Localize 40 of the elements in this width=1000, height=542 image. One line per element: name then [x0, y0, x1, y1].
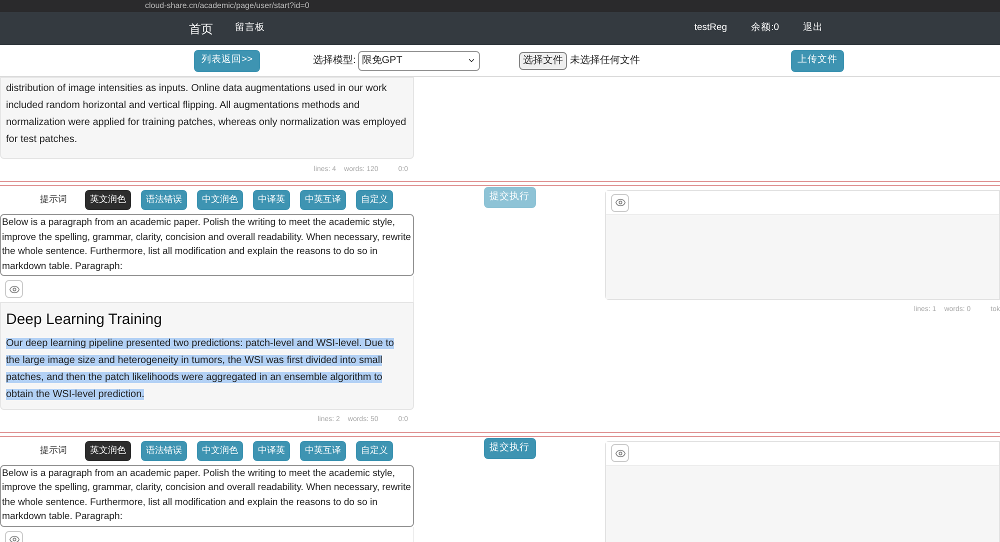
prompt-tab[interactable]: 中文润色	[197, 190, 243, 210]
eye-icon	[614, 197, 626, 208]
prompt-tab[interactable]: 语法错误	[141, 190, 187, 210]
submit-button[interactable]: 提交执行	[484, 438, 536, 458]
logout-link[interactable]: 退出	[803, 21, 823, 36]
prompt-tab[interactable]: 中译英	[253, 190, 290, 210]
prompt-tab[interactable]: 英文润色	[85, 190, 131, 210]
model-label: 选择模型:	[313, 54, 356, 68]
prompt-tab[interactable]: 中文润色	[197, 440, 243, 460]
file-status-text: 未选择任何文件	[570, 54, 640, 68]
model-select[interactable]: 限免GPT	[358, 50, 480, 70]
upload-button[interactable]: 上传文件	[790, 50, 844, 72]
prompt-tab[interactable]: 中译英	[253, 440, 290, 460]
prompt-tab[interactable]: 英文润色	[85, 440, 131, 460]
prompt-tab[interactable]: 语法错误	[141, 440, 187, 460]
prompt-tab[interactable]: 自定义	[356, 440, 393, 460]
result-paragraph: distribution of image intensities as inputs. Online data augmentations used in our work included random horizontal and vertical flipping. All augmentations methods and normalization were applied for training patches, whereas only normalization was employed for test patches.	[6, 82, 408, 147]
prompt-label: 提示词	[40, 444, 67, 457]
nav-link[interactable]: 留言板	[235, 21, 265, 36]
eye-icon	[614, 448, 626, 458]
prompt-tab[interactable]: 中英互译	[300, 190, 346, 210]
balance-text: 余额:0	[751, 21, 779, 36]
chevron-down-icon	[466, 56, 476, 65]
preview-button[interactable]	[611, 444, 629, 462]
home-link[interactable]: 首页	[189, 20, 213, 38]
eye-icon	[8, 284, 20, 294]
prompt-tab[interactable]: 自定义	[356, 190, 393, 210]
preview-button[interactable]	[5, 280, 23, 298]
url-text[interactable]: cloud-share.cn/academic/page/user/start?id=0	[145, 1, 310, 11]
result-paragraph: Our deep learning pipeline presented two predictions: patch-level and WSI-level. Due to the large image size and heterogeneity in tumors, the WSI was first divided into small patches, and then the patch likelihoods were aggregated in an ensemble algorithm to obtain the WSI-level prediction.	[6, 336, 395, 402]
prompt-tab[interactable]: 中英互译	[300, 440, 346, 460]
eye-icon	[8, 534, 20, 542]
prompt-textarea[interactable]: Below is a paragraph from an academic paper. Polish the writing to meet the academic style, improve the spelling, grammar, clarity, concision and overall readability. When necessary, rewrite the whole sentence. Furthermore, list all modification and explain the reasons to do so in markdown table. Paragraph:	[0, 464, 414, 526]
result-heading: Deep Learning Training	[6, 310, 163, 330]
preview-button[interactable]	[611, 194, 629, 212]
prompt-label: 提示词	[40, 193, 67, 206]
file-button[interactable]: 选择文件	[518, 52, 567, 70]
prompt-textarea[interactable]: Below is a paragraph from an academic paper. Polish the writing to meet the academic style, improve the spelling, grammar, clarity, concision and overall readability. When necessary, rewrite the whole sentence. Furthermore, list all modification and explain the reasons to do so in markdown table. Paragraph:	[0, 214, 414, 276]
back-button[interactable]: 列表返回>>	[194, 50, 260, 72]
username-text: testReg	[694, 21, 728, 36]
